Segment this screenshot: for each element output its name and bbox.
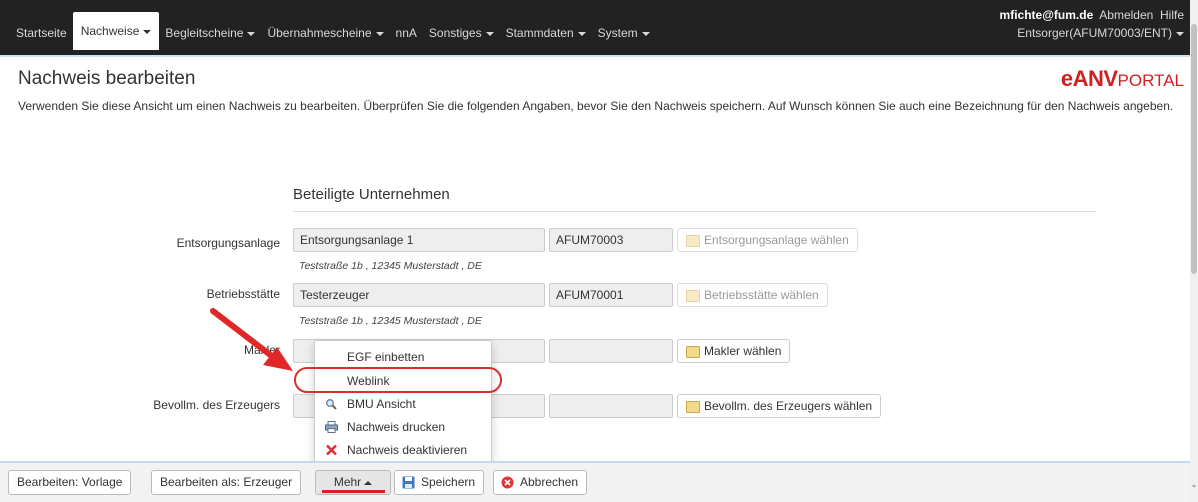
- nav-item-begleitscheine[interactable]: Begleitscheine: [159, 22, 261, 44]
- caret-down-icon: [247, 31, 256, 36]
- save-button[interactable]: Speichern: [394, 470, 485, 495]
- menu-item-label: EGF einbetten: [347, 350, 425, 364]
- nav-item-uebernahmescheine[interactable]: Übernahmescheine: [261, 22, 389, 44]
- eanv-portal-logo: eANVPORTAL: [1061, 66, 1184, 92]
- menu-item-nachweis-drucken[interactable]: Nachweis drucken: [315, 416, 491, 438]
- top-navbar: Startseite Nachweise Begleitscheine Über…: [0, 0, 1198, 55]
- role-label: Entsorger(AFUM70003/ENT): [1017, 26, 1172, 40]
- user-email[interactable]: mfichte@fum.de: [1000, 8, 1094, 22]
- weblink-highlight-ellipse: [294, 367, 502, 393]
- role-selector[interactable]: Entsorger(AFUM70003/ENT): [1000, 24, 1184, 42]
- caret-down-icon: [641, 31, 650, 36]
- menu-item-nachweis-deaktivieren[interactable]: Nachweis deaktivieren: [315, 439, 491, 461]
- more-button-red-underline: [322, 490, 385, 493]
- cancel-circle-icon: [501, 476, 514, 489]
- label-betriebsstaette: Betriebsstätte: [206, 287, 280, 301]
- nav-label: Übernahmescheine: [267, 26, 372, 40]
- nav-label: nnA: [395, 26, 417, 40]
- logout-link[interactable]: Abmelden: [1099, 8, 1153, 22]
- caret-down-icon: [1176, 31, 1184, 36]
- nav-label: Nachweise: [80, 24, 140, 38]
- logo-text: eANV: [1060, 66, 1118, 91]
- betriebsstaette-name-field: Testerzeuger: [293, 283, 545, 307]
- nav-item-nna[interactable]: nnA: [390, 22, 423, 44]
- makler-id-field: [549, 339, 673, 363]
- button-label: Mehr: [333, 475, 362, 489]
- entsorgungsanlage-id-field: AFUM70003: [549, 228, 673, 252]
- user-area: mfichte@fum.de Abmelden Hilfe Entsorger(…: [1000, 6, 1184, 42]
- label-entsorgungsanlage: Entsorgungsanlage: [176, 236, 280, 250]
- menu-item-label: BMU Ansicht: [347, 397, 416, 411]
- label-bevollmaechtigter: Bevollm. des Erzeugers: [153, 398, 280, 412]
- nav-label: Stammdaten: [505, 26, 574, 40]
- nav-item-stammdaten[interactable]: Stammdaten: [500, 22, 592, 44]
- caret-up-icon: [364, 480, 373, 485]
- choose-icon: [686, 401, 700, 413]
- bevollmaechtigter-id-field: [549, 394, 673, 418]
- help-link[interactable]: Hilfe: [1160, 8, 1184, 22]
- caret-down-icon: [143, 29, 152, 34]
- intro-text: Verwenden Sie diese Ansicht um einen Nac…: [18, 99, 1174, 113]
- magnifier-icon: [326, 399, 337, 410]
- choose-betriebsstaette-button[interactable]: Betriebsstätte wählen: [677, 283, 828, 307]
- choose-icon: [686, 346, 700, 358]
- nav-item-system[interactable]: System: [592, 22, 656, 44]
- edit-template-button[interactable]: Bearbeiten: Vorlage: [8, 470, 132, 495]
- menu-item-label: Nachweis deaktivieren: [347, 443, 468, 457]
- betriebsstaette-id-field: AFUM70001: [549, 283, 673, 307]
- more-dropdown-menu: EGF einbetten Weblink BMU Ansicht Nachwe…: [314, 340, 492, 469]
- nav-item-nachweise[interactable]: Nachweise: [72, 12, 160, 50]
- button-label: Betriebsstätte wählen: [704, 288, 819, 302]
- choose-makler-button[interactable]: Makler wählen: [677, 339, 791, 363]
- cancel-button[interactable]: Abbrechen: [493, 470, 588, 495]
- annotation-arrow-icon: [210, 308, 293, 371]
- navbar-divider: [0, 55, 1190, 57]
- section-divider: [293, 211, 1096, 212]
- button-label: Speichern: [421, 475, 476, 489]
- choose-icon: [686, 235, 700, 247]
- nav-label: Begleitscheine: [165, 26, 244, 40]
- menu-item-egf-einbetten[interactable]: EGF einbetten: [315, 346, 491, 368]
- main-nav: Startseite Nachweise Begleitscheine Über…: [10, 12, 656, 50]
- button-label: Makler wählen: [704, 344, 782, 358]
- choose-bevollmaechtigter-button[interactable]: Bevollm. des Erzeugers wählen: [677, 394, 882, 418]
- choose-entsorgungsanlage-button[interactable]: Entsorgungsanlage wählen: [677, 228, 858, 252]
- entsorgungsanlage-name-field: Entsorgungsanlage 1: [293, 228, 545, 252]
- button-label: Abbrechen: [520, 475, 579, 489]
- choose-icon: [686, 290, 700, 302]
- floppy-disk-icon: [402, 476, 415, 489]
- menu-item-bmu-ansicht[interactable]: BMU Ansicht: [315, 393, 491, 415]
- scroll-down-arrow-icon[interactable]: ⌄: [1190, 480, 1198, 489]
- nav-item-sonstiges[interactable]: Sonstiges: [423, 22, 500, 44]
- red-x-icon: [326, 444, 337, 456]
- button-label: Entsorgungsanlage wählen: [704, 233, 849, 247]
- nav-label: System: [597, 26, 638, 40]
- caret-down-icon: [375, 31, 384, 36]
- button-label: Bevollm. des Erzeugers wählen: [704, 399, 873, 413]
- nav-label: Sonstiges: [428, 26, 482, 40]
- caret-down-icon: [485, 31, 494, 36]
- edit-as-producer-button[interactable]: Bearbeiten als: Erzeuger: [151, 470, 302, 495]
- betriebsstaette-address: Teststraße 1b , 12345 Musterstadt , DE: [299, 315, 482, 327]
- nav-label: Startseite: [16, 26, 67, 40]
- section-title: Beteiligte Unternehmen: [293, 186, 450, 203]
- logo-subtext: PORTAL: [1117, 71, 1184, 90]
- caret-down-icon: [577, 31, 586, 36]
- page-title: Nachweis bearbeiten: [18, 68, 196, 89]
- menu-item-label: Nachweis drucken: [347, 420, 446, 434]
- vertical-scrollbar[interactable]: [1190, 0, 1198, 502]
- entsorgungsanlage-address: Teststraße 1b , 12345 Musterstadt , DE: [299, 260, 482, 272]
- scrollbar-thumb[interactable]: [1191, 24, 1197, 274]
- nav-item-startseite[interactable]: Startseite: [10, 22, 73, 44]
- printer-icon: [325, 421, 338, 433]
